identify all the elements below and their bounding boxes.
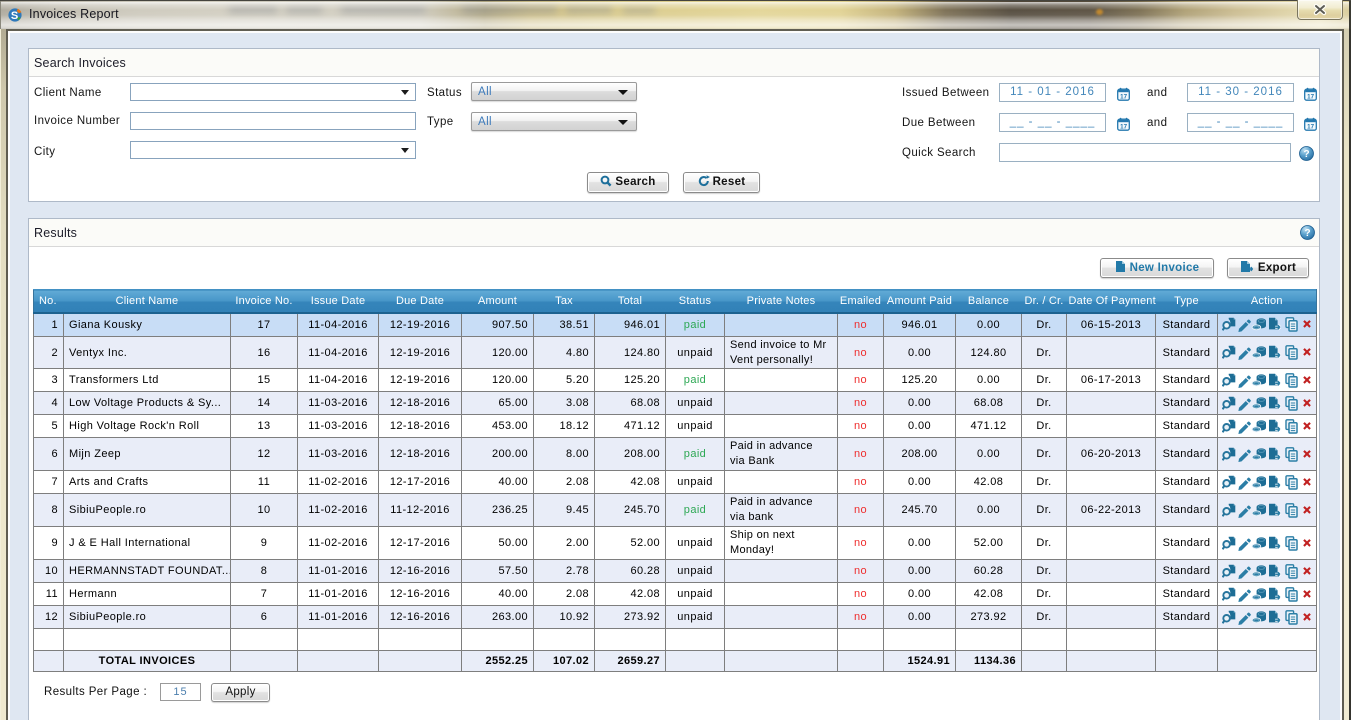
svg-text:17: 17 <box>1120 93 1127 100</box>
svg-text:?: ? <box>1303 149 1309 160</box>
svg-text:17: 17 <box>1307 123 1314 130</box>
svg-text:17: 17 <box>1307 93 1314 100</box>
svg-text:?: ? <box>1304 228 1310 239</box>
svg-text:S: S <box>11 10 18 22</box>
svg-text:17: 17 <box>1120 123 1127 130</box>
